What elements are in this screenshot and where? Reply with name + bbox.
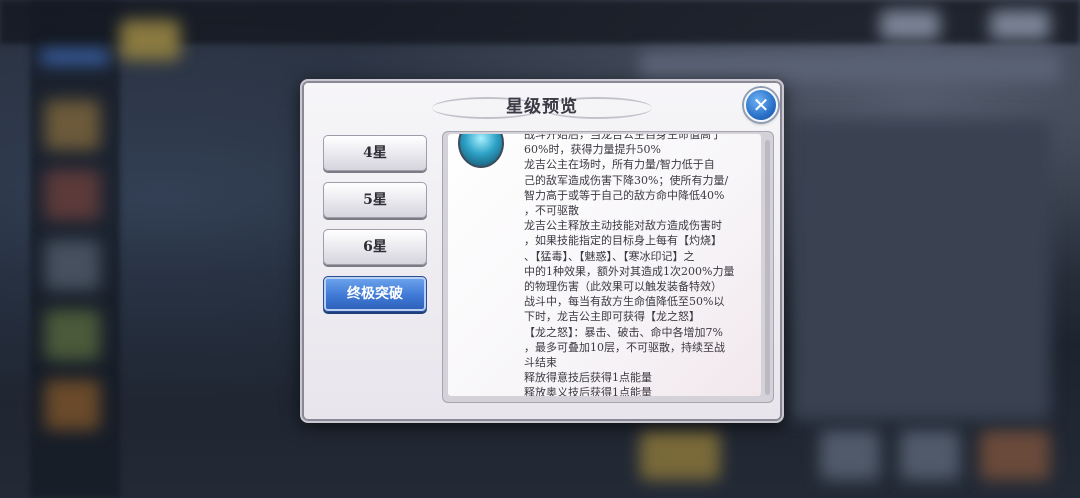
description-line: 战斗开始后，当龙吉公主自身生命值高于 — [524, 134, 722, 141]
description-line: 斗结束 — [524, 356, 557, 370]
background-blob — [880, 10, 940, 40]
dialog-title: 星级预览 — [506, 97, 578, 117]
description-panel[interactable]: 战斗开始后，当龙吉公主自身生命值高于 60%时，获得力量提升50% 龙吉公主在场… — [442, 131, 774, 403]
background-blob — [980, 430, 1050, 480]
background-blob — [120, 20, 180, 60]
close-icon: ✕ — [752, 93, 770, 117]
description-line: 60%时，获得力量提升50% — [524, 143, 661, 157]
background-blob — [45, 240, 100, 290]
description-line: 的物理伤害（此效果可以触发装备特效） — [524, 280, 722, 294]
tab-4-star[interactable]: 4星 — [323, 135, 427, 171]
background-blob — [790, 120, 1050, 420]
background-blob — [640, 52, 1060, 82]
tab-5-star[interactable]: 5星 — [323, 182, 427, 218]
description-line: 龙吉公主释放主动技能对敌方造成伤害时 — [524, 219, 722, 233]
star-preview-dialog: 星级预览 ✕ 4星 5星 6星 终极突破 战斗开始后，当龙吉公主自身生命值高于 … — [300, 79, 784, 423]
tab-ultimate-breakthrough[interactable]: 终极突破 — [323, 276, 427, 312]
description-line: ，如果技能指定的目标身上每有【灼烧】 — [524, 234, 722, 248]
description-line: 释放奥义技后获得1点能量 — [524, 386, 652, 396]
description-line: 中的1种效果，额外对其造成1次200%力量 — [524, 264, 735, 278]
description-line: ，最多可叠加10层，不可驱散，持续至战 — [524, 340, 725, 354]
description-line: 释放得意技后获得1点能量 — [524, 371, 652, 385]
background-blob — [990, 10, 1050, 40]
dialog-header: 星级预览 — [302, 87, 782, 119]
background-blob — [40, 50, 110, 64]
hero-avatar-icon — [458, 134, 504, 168]
description-line: 龙吉公主在场时，所有力量/智力低于自 — [524, 158, 715, 172]
background-blob — [45, 310, 100, 360]
background-blob — [640, 430, 720, 480]
background-blob — [45, 100, 100, 150]
background-blob — [900, 430, 960, 480]
background-blob — [45, 380, 100, 430]
description-line: ，不可驱散 — [524, 204, 579, 218]
description-line: 【龙之怒】：暴击、破击、命中各增加7% — [524, 325, 723, 339]
scrollbar[interactable] — [765, 140, 770, 395]
description-line: 战斗中，每当有敌方生命值降低至50%以 — [524, 295, 725, 309]
background-blob — [45, 170, 100, 220]
skill-description: 战斗开始后，当龙吉公主自身生命值高于 60%时，获得力量提升50% 龙吉公主在场… — [524, 134, 760, 396]
description-line: 己的敌军造成伤害下降30%；使所有力量/ — [524, 173, 729, 187]
description-line: 智力高于或等于自己的敌方命中降低40% — [524, 188, 725, 202]
tab-6-star[interactable]: 6星 — [323, 229, 427, 265]
background-blob — [820, 430, 880, 480]
description-scroll-area[interactable]: 战斗开始后，当龙吉公主自身生命值高于 60%时，获得力量提升50% 龙吉公主在场… — [448, 134, 761, 396]
description-line: 下时，龙吉公主即可获得【龙之怒】 — [524, 310, 700, 324]
close-button[interactable]: ✕ — [744, 88, 778, 122]
description-line: 、【猛毒】、【魅惑】、【寒冰印记】之 — [524, 249, 695, 263]
